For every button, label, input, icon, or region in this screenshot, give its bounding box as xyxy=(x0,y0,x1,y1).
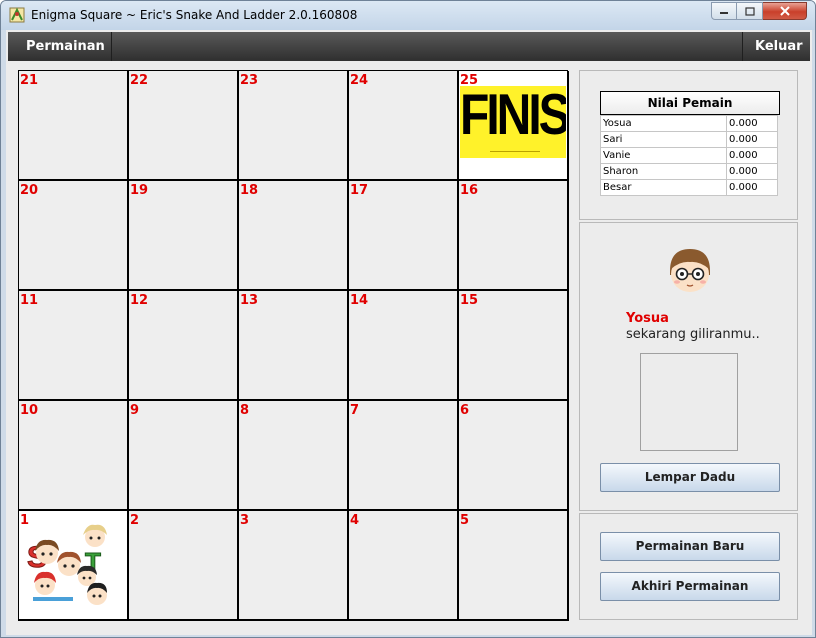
cell-number: 5 xyxy=(460,513,470,528)
roll-dice-button[interactable]: Lempar Dadu xyxy=(600,463,780,492)
board-cell-5: 5 xyxy=(459,511,569,621)
cell-number: 23 xyxy=(240,73,259,88)
player-name-cell: Besar xyxy=(600,179,727,196)
finish-banner: FINISH xyxy=(460,86,566,158)
player-name-cell: Vanie xyxy=(600,147,727,164)
board-cell-21: 21 xyxy=(19,71,129,181)
player-name-cell: Yosua xyxy=(600,115,727,132)
turn-message: sekarang giliranmu.. xyxy=(626,327,760,342)
cell-number: 9 xyxy=(130,403,140,418)
board-cell-6: 6 xyxy=(459,401,569,511)
maximize-button[interactable] xyxy=(737,2,763,20)
board-cell-16: 16 xyxy=(459,181,569,291)
board-cell-4: 4 xyxy=(349,511,459,621)
board-cell-1: 1ST xyxy=(19,511,129,621)
cell-number: 7 xyxy=(350,403,360,418)
window-controls xyxy=(711,2,807,20)
board-cell-9: 9 xyxy=(129,401,239,511)
board-cell-23: 23 xyxy=(239,71,349,181)
dice-display xyxy=(640,353,738,451)
cell-number: 8 xyxy=(240,403,250,418)
end-game-button[interactable]: Akhiri Permainan xyxy=(600,572,780,601)
maximize-icon xyxy=(744,6,755,16)
cell-number: 10 xyxy=(20,403,39,418)
game-board: 2122232425FINISH201918171611121314151098… xyxy=(18,70,569,621)
board-cell-22: 22 xyxy=(129,71,239,181)
start-players-icon: ST xyxy=(27,524,107,605)
player-score-cell: 0.000 xyxy=(726,163,778,180)
score-row: Sharon 0.000 xyxy=(600,163,778,180)
board-cell-13: 13 xyxy=(239,291,349,401)
current-player-name: Yosua xyxy=(626,311,669,326)
cell-number: 17 xyxy=(350,183,369,198)
board-cell-25: 25FINISH xyxy=(459,71,569,181)
new-game-button[interactable]: Permainan Baru xyxy=(600,532,780,561)
cell-number: 11 xyxy=(20,293,39,308)
close-button[interactable] xyxy=(763,2,807,20)
player-name-cell: Sharon xyxy=(600,163,727,180)
menu-keluar[interactable]: Keluar xyxy=(742,32,810,61)
score-row: Vanie 0.000 xyxy=(600,147,778,164)
cell-number: 2 xyxy=(130,513,140,528)
minimize-button[interactable] xyxy=(711,2,737,20)
cell-number: 22 xyxy=(130,73,149,88)
cell-number: 4 xyxy=(350,513,360,528)
menu-bar: Permainan Keluar xyxy=(8,32,810,61)
score-table: Yosua 0.000 Sari 0.000 Vanie 0.000 Sharon 0.000… xyxy=(600,115,778,196)
cell-number: 20 xyxy=(20,183,39,198)
board-cell-2: 2 xyxy=(129,511,239,621)
board-cell-18: 18 xyxy=(239,181,349,291)
game-controls-panel: Permainan Baru Akhiri Permainan xyxy=(579,513,798,620)
close-icon xyxy=(779,6,790,16)
board-cell-10: 10 xyxy=(19,401,129,511)
finish-underline xyxy=(490,151,540,152)
player-score-cell: 0.000 xyxy=(726,147,778,164)
cell-number: 19 xyxy=(130,183,149,198)
player-avatar-icon xyxy=(670,249,710,292)
title-bar: Enigma Square ~ Eric's Snake And Ladder … xyxy=(1,1,815,30)
window-title: Enigma Square ~ Eric's Snake And Ladder … xyxy=(31,8,358,22)
board-cell-24: 24 xyxy=(349,71,459,181)
board-cell-20: 20 xyxy=(19,181,129,291)
finish-text: FINISH xyxy=(460,86,566,148)
board-cell-7: 7 xyxy=(349,401,459,511)
app-icon xyxy=(9,7,25,23)
board-cell-12: 12 xyxy=(129,291,239,401)
cell-number: 13 xyxy=(240,293,259,308)
score-panel: Nilai Pemain Yosua 0.000 Sari 0.000 Vanie 0.0… xyxy=(579,70,798,220)
board-cell-8: 8 xyxy=(239,401,349,511)
cell-number: 14 xyxy=(350,293,369,308)
minimize-icon xyxy=(720,12,728,14)
player-score-cell: 0.000 xyxy=(726,131,778,148)
player-name-cell: Sari xyxy=(600,131,727,148)
score-row: Sari 0.000 xyxy=(600,131,778,148)
cell-number: 21 xyxy=(20,73,39,88)
cell-number: 16 xyxy=(460,183,479,198)
board-cell-3: 3 xyxy=(239,511,349,621)
turn-panel: Yosua sekarang giliranmu.. Lempar Dadu xyxy=(579,222,798,511)
cell-number: 15 xyxy=(460,293,479,308)
board-cell-14: 14 xyxy=(349,291,459,401)
menu-permainan[interactable]: Permainan xyxy=(12,32,112,61)
board-cell-19: 19 xyxy=(129,181,239,291)
score-row: Besar 0.000 xyxy=(600,179,778,196)
cell-number: 3 xyxy=(240,513,250,528)
cell-number: 18 xyxy=(240,183,259,198)
cell-number: 24 xyxy=(350,73,369,88)
cell-number: 6 xyxy=(460,403,470,418)
cell-number: 12 xyxy=(130,293,149,308)
score-title: Nilai Pemain xyxy=(600,91,780,115)
board-cell-15: 15 xyxy=(459,291,569,401)
app-window: Enigma Square ~ Eric's Snake And Ladder … xyxy=(0,0,816,638)
board-cell-17: 17 xyxy=(349,181,459,291)
score-row: Yosua 0.000 xyxy=(600,115,778,132)
board-cell-11: 11 xyxy=(19,291,129,401)
client-area: Permainan Keluar 2122232425FINISH2019181… xyxy=(6,30,812,635)
player-score-cell: 0.000 xyxy=(726,179,778,196)
player-score-cell: 0.000 xyxy=(726,115,778,132)
